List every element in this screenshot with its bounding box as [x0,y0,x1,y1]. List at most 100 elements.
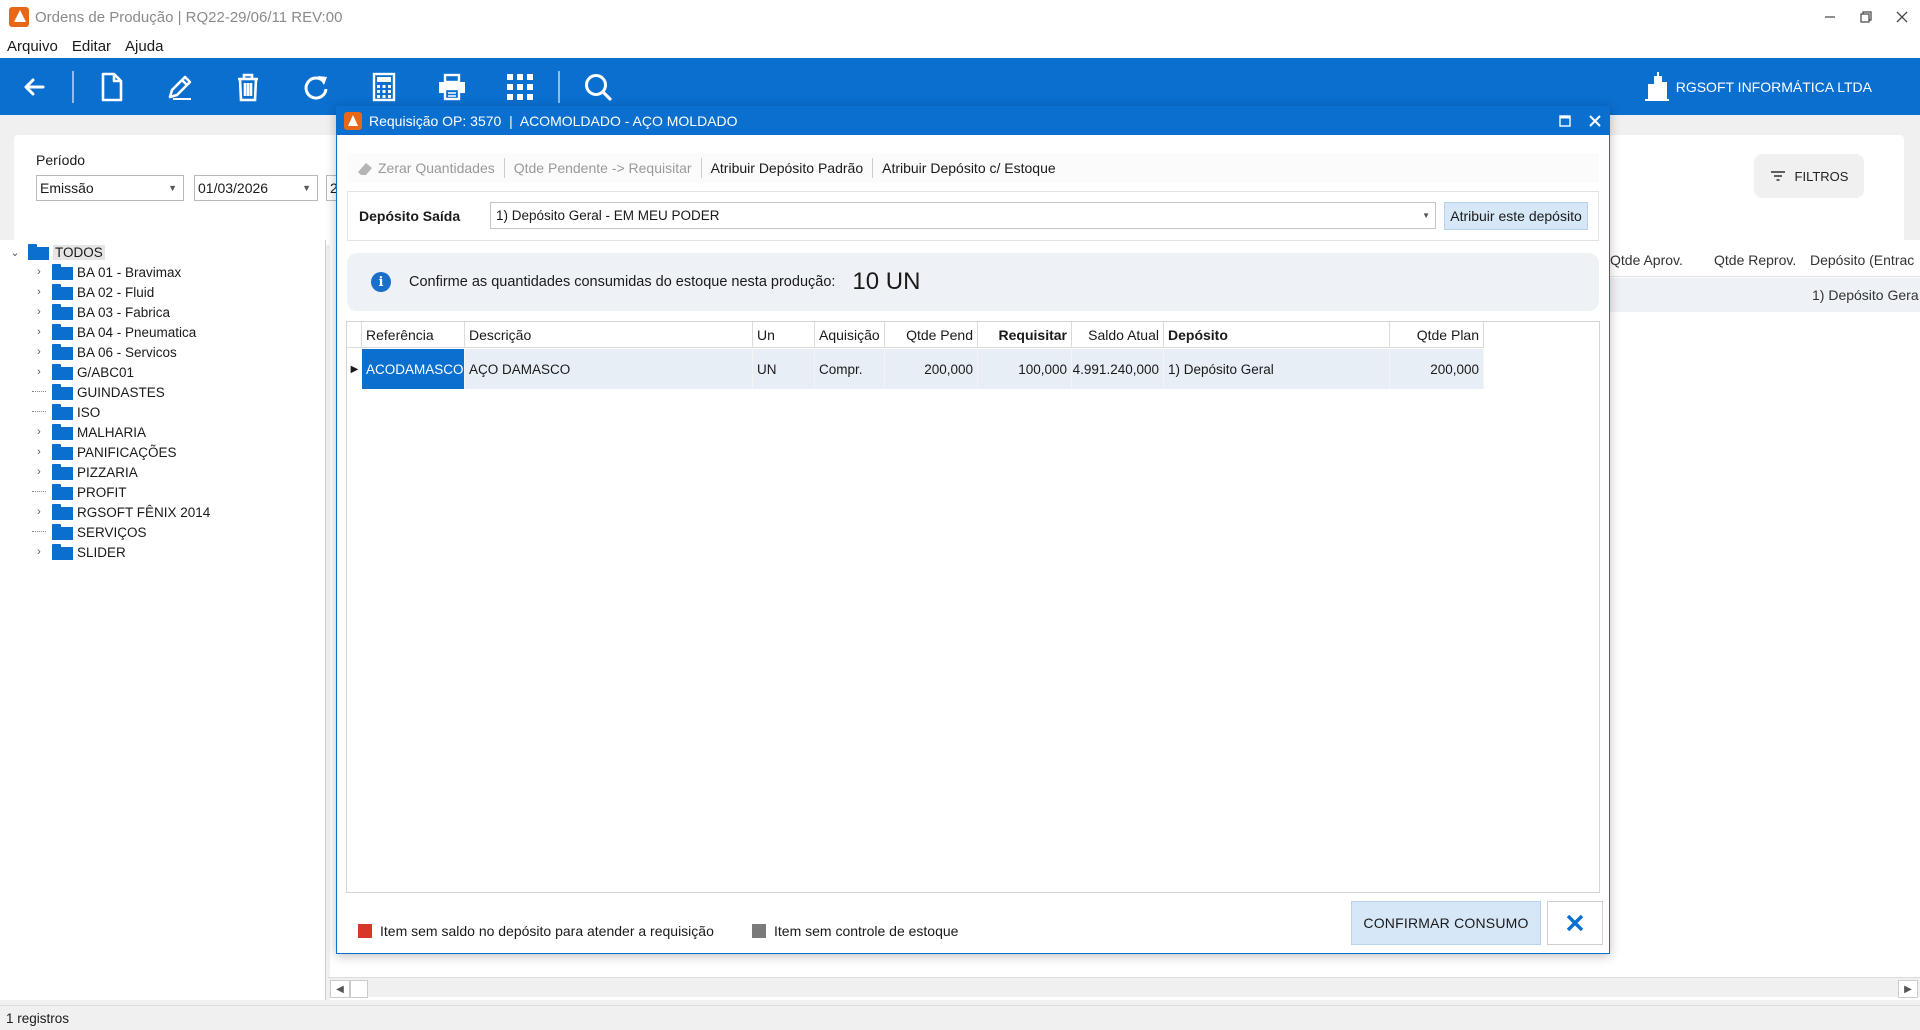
menu-ajuda[interactable]: Ajuda [118,38,170,55]
cell-un[interactable]: UN [753,349,815,389]
deposito-select[interactable]: 1) Depósito Geral - EM MEU PODER ▼ [490,202,1436,229]
cell-deposito[interactable]: 1) Depósito Geral [1164,349,1390,389]
cell-descricao[interactable]: AÇO DAMASCO [465,349,753,389]
column-referencia[interactable]: Referência [362,322,465,348]
expand-chevron-icon[interactable]: › [32,466,46,478]
scroll-thumb[interactable] [350,980,368,998]
confirmar-consumo-button[interactable]: CONFIRMAR CONSUMO [1351,901,1541,945]
tree-item[interactable]: ISO [32,402,100,422]
atribuir-deposito-button[interactable]: Atribuir este depósito [1444,202,1588,230]
toolbar-divider [72,70,74,103]
horizontal-scrollbar[interactable]: ◀ ▶ [328,977,1920,998]
tree-item[interactable]: SERVIÇOS [32,522,147,542]
column-qtde-plan[interactable]: Qtde Plan [1390,322,1484,348]
tree-item[interactable]: › PANIFICAÇÕES [32,442,177,462]
filter-icon [1770,171,1785,181]
info-banner: i Confirme as quantidades consumidas do … [347,253,1599,311]
tree-item[interactable]: PROFIT [32,482,127,502]
cell-saldo-atual[interactable]: 4.991.240,000 [1072,349,1164,389]
column-saldo-atual[interactable]: Saldo Atual [1072,322,1164,348]
column-qtde-pend[interactable]: Qtde Pend [885,322,978,348]
delete-button[interactable] [214,58,282,115]
expand-chevron-icon[interactable]: › [32,306,46,318]
periodo-type-select[interactable]: Emissão ▼ [36,175,184,201]
cancel-button[interactable] [1547,901,1603,945]
folder-icon [52,264,73,280]
dialog-action-bar: Zerar Quantidades Qtde Pendente -> Requi… [347,153,1599,183]
column-deposito-entrada[interactable]: Depósito (Entrac [1810,252,1920,276]
app-logo-icon [344,112,362,130]
tree-item[interactable]: › G/ABC01 [32,362,134,382]
qtde-pendente-button[interactable]: Qtde Pendente -> Requisitar [505,158,701,178]
expand-chevron-icon[interactable]: › [32,326,46,338]
minimize-button[interactable] [1812,0,1848,34]
legend-red-label: Item sem saldo no depósito para atender … [380,923,714,939]
expand-chevron-icon[interactable]: › [32,426,46,438]
tree-item[interactable]: › PIZZARIA [32,462,138,482]
date-from-picker[interactable]: 01/03/2026 ▼ [194,175,318,201]
tree-item[interactable]: › SLIDER [32,542,126,562]
new-button[interactable] [78,58,146,115]
refresh-icon [304,75,328,100]
tree-root-todos[interactable]: ⌄ TODOS [8,242,105,262]
dialog-title: Requisição OP: 3570 | ACOMOLDADO - AÇO M… [369,113,738,129]
folder-icon [52,344,73,360]
tree-item[interactable]: GUINDASTES [32,382,165,402]
filters-button[interactable]: FILTROS [1754,154,1864,198]
tree-item[interactable]: › BA 04 - Pneumatica [32,322,196,342]
menu-editar[interactable]: Editar [65,38,118,55]
tree-item-label: PROFIT [77,484,127,500]
tree-item-label: GUINDASTES [77,384,165,400]
expand-chevron-icon[interactable]: › [32,546,46,558]
tree-leaf-connector [32,402,46,412]
scroll-left-icon[interactable]: ◀ [330,980,350,998]
tree-item[interactable]: › BA 03 - Fabrica [32,302,170,322]
window-title-bar: Ordens de Produção | RQ22-29/06/11 REV:0… [0,0,1920,34]
column-aquisicao[interactable]: Aquisição [815,322,885,348]
edit-button[interactable] [146,58,214,115]
collapse-chevron-icon[interactable]: ⌄ [8,246,22,259]
cell-requisitar[interactable]: 100,000 [978,349,1072,389]
folder-icon [52,364,73,380]
cell-referencia[interactable]: ACODAMASCO [362,349,465,389]
restore-button[interactable] [1848,0,1884,34]
column-descricao[interactable]: Descrição [465,322,753,348]
tree-leaf-connector [32,482,46,492]
expand-chevron-icon[interactable]: › [32,286,46,298]
legend-gray-swatch [752,924,766,938]
cell-aquisicao[interactable]: Compr. [815,349,885,389]
expand-chevron-icon[interactable]: › [32,366,46,378]
column-un[interactable]: Un [753,322,815,348]
expand-chevron-icon[interactable]: › [32,506,46,518]
column-requisitar[interactable]: Requisitar [978,322,1072,348]
zerar-quantidades-button[interactable]: Zerar Quantidades [347,158,504,178]
tree-item[interactable]: › BA 02 - Fluid [32,282,154,302]
column-qtde-reprov[interactable]: Qtde Reprov. [1714,252,1796,276]
expand-chevron-icon[interactable]: › [32,446,46,458]
current-row-indicator-icon: ▶ [347,349,362,389]
column-deposito[interactable]: Depósito [1164,322,1390,348]
expand-chevron-icon[interactable]: › [32,266,46,278]
atribuir-padrao-button[interactable]: Atribuir Depósito Padrão [702,158,873,178]
close-icon[interactable] [1589,115,1601,127]
maximize-icon[interactable] [1559,115,1571,127]
tree-item[interactable]: › RGSOFT FÊNIX 2014 [32,502,210,522]
menu-arquivo[interactable]: Arquivo [0,38,65,55]
atribuir-estoque-button[interactable]: Atribuir Depósito c/ Estoque [873,158,1065,178]
grid-apps-icon [507,73,533,100]
close-window-button[interactable] [1884,0,1920,34]
chevron-down-icon: ▼ [168,183,177,193]
back-button[interactable] [0,58,68,115]
tree-item[interactable]: › BA 06 - Servicos [32,342,177,362]
close-icon [1566,914,1584,932]
scroll-right-icon[interactable]: ▶ [1898,980,1918,998]
chevron-down-icon: ▼ [1422,211,1430,220]
menu-bar: Arquivo Editar Ajuda [0,34,1920,58]
record-count: 1 registros [6,1010,70,1026]
expand-chevron-icon[interactable]: › [32,346,46,358]
tree-item[interactable]: › MALHARIA [32,422,146,442]
cell-qtde-pend[interactable]: 200,000 [885,349,978,389]
column-qtde-aprov[interactable]: Qtde Aprov. [1610,252,1683,276]
tree-item[interactable]: › BA 01 - Bravimax [32,262,181,282]
cell-qtde-plan[interactable]: 200,000 [1390,349,1484,389]
